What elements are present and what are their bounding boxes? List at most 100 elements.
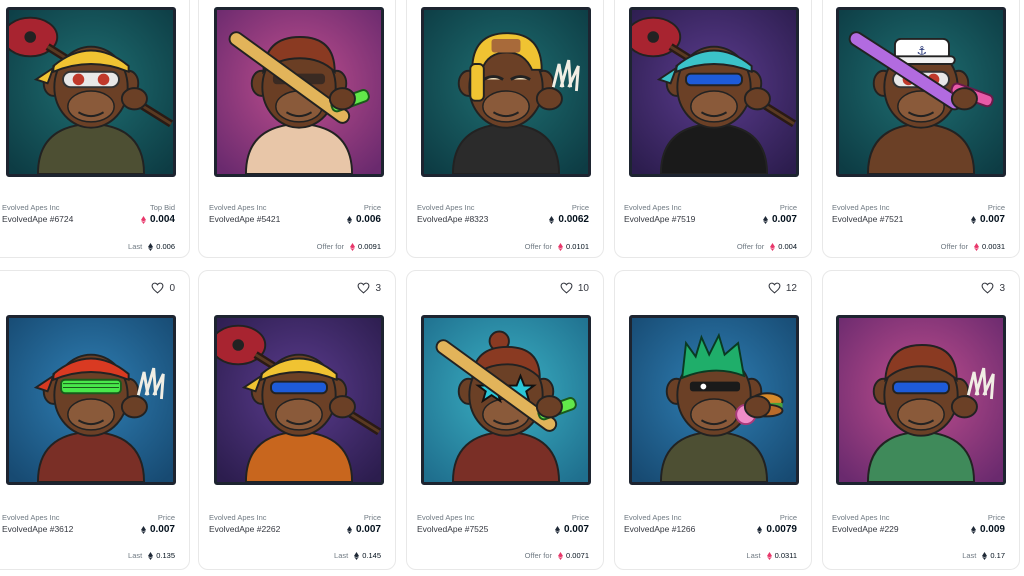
nft-image[interactable] bbox=[421, 315, 591, 485]
price-value: 0.0062 bbox=[549, 214, 589, 225]
heart-icon bbox=[981, 282, 994, 294]
price-value: 0.006 bbox=[346, 214, 381, 225]
weth-icon bbox=[766, 551, 772, 560]
price-value: 0.009 bbox=[970, 524, 1005, 535]
heart-icon bbox=[357, 282, 370, 294]
ethereum-icon bbox=[148, 242, 154, 251]
nft-image[interactable] bbox=[6, 315, 176, 485]
ethereum-icon bbox=[554, 525, 560, 534]
nft-card[interactable]: 0 Evolved Apes Inc EvolvedApe #3612 Pric… bbox=[0, 270, 190, 570]
nft-card[interactable]: 12 Evolved Apes Inc EvolvedApe #1266 Pri… bbox=[614, 270, 812, 570]
favorite-count: 3 bbox=[999, 282, 1005, 294]
nft-card[interactable]: 3 Evolved Apes Inc EvolvedApe #229 Price… bbox=[822, 270, 1020, 570]
nft-name[interactable]: EvolvedApe #7525 bbox=[417, 524, 488, 534]
ethereum-icon bbox=[970, 525, 976, 534]
card-footer: Last 0.145 bbox=[334, 551, 381, 560]
nft-card[interactable]: Evolved Apes Inc EvolvedApe #8323 Price … bbox=[406, 0, 604, 258]
nft-image[interactable] bbox=[629, 7, 799, 177]
ethereum-icon bbox=[762, 215, 768, 224]
collection-name[interactable]: Evolved Apes Inc bbox=[832, 203, 890, 212]
card-footer: Last 0.17 bbox=[962, 551, 1005, 560]
favorite-button[interactable]: 12 bbox=[768, 281, 797, 295]
price-value: 0.007 bbox=[970, 214, 1005, 225]
nft-name[interactable]: EvolvedApe #6724 bbox=[2, 214, 73, 224]
nft-name[interactable]: EvolvedApe #1266 bbox=[624, 524, 695, 534]
heart-icon bbox=[151, 282, 164, 294]
price-label: Price bbox=[987, 513, 1005, 522]
price-label: Price bbox=[779, 513, 797, 522]
nft-name[interactable]: EvolvedApe #5421 bbox=[209, 214, 280, 224]
collection-name[interactable]: Evolved Apes Inc bbox=[624, 203, 682, 212]
price-value: 0.004 bbox=[140, 214, 175, 225]
price-label: Top Bid bbox=[149, 203, 175, 212]
price-value: 0.007 bbox=[554, 524, 589, 535]
favorite-button[interactable]: 10 bbox=[560, 281, 589, 295]
weth-icon bbox=[770, 242, 776, 251]
favorite-count: 10 bbox=[577, 282, 589, 294]
card-footer: Offer for 0.0091 bbox=[316, 242, 381, 251]
collection-name[interactable]: Evolved Apes Inc bbox=[2, 513, 60, 522]
nft-image[interactable] bbox=[421, 7, 591, 177]
nft-name[interactable]: EvolvedApe #7521 bbox=[832, 214, 903, 224]
heart-icon bbox=[560, 282, 573, 294]
ethereum-icon bbox=[549, 215, 555, 224]
ethereum-icon bbox=[982, 551, 988, 560]
nft-image[interactable] bbox=[214, 7, 384, 177]
weth-icon bbox=[140, 215, 146, 224]
nft-card[interactable]: ⚓ Evolved Apes Inc EvolvedApe #7521 Pric… bbox=[822, 0, 1020, 258]
ethereum-icon bbox=[970, 215, 976, 224]
weth-icon bbox=[350, 242, 356, 251]
card-footer: Offer for 0.0071 bbox=[524, 551, 589, 560]
collection-name[interactable]: Evolved Apes Inc bbox=[209, 513, 267, 522]
weth-icon bbox=[558, 551, 564, 560]
nft-image[interactable] bbox=[214, 315, 384, 485]
nft-card[interactable]: 10 Evolved Apes Inc EvolvedApe #7525 Pri… bbox=[406, 270, 604, 570]
favorite-count: 0 bbox=[169, 282, 175, 294]
price-value: 0.007 bbox=[346, 524, 381, 535]
nft-name[interactable]: EvolvedApe #7519 bbox=[624, 214, 695, 224]
heart-icon bbox=[768, 282, 781, 294]
price-value: 0.007 bbox=[762, 214, 797, 225]
collection-name[interactable]: Evolved Apes Inc bbox=[832, 513, 890, 522]
card-footer: Offer for 0.0101 bbox=[524, 242, 589, 251]
card-footer: Offer for 0.004 bbox=[736, 242, 797, 251]
weth-icon bbox=[974, 242, 980, 251]
ethereum-icon bbox=[346, 525, 352, 534]
card-footer: Offer for 0.0031 bbox=[940, 242, 1005, 251]
price-label: Price bbox=[571, 513, 589, 522]
collection-name[interactable]: Evolved Apes Inc bbox=[624, 513, 682, 522]
nft-card[interactable]: Evolved Apes Inc EvolvedApe #6724 Top Bi… bbox=[0, 0, 190, 258]
ethereum-icon bbox=[140, 525, 146, 534]
card-footer: Last 0.135 bbox=[128, 551, 175, 560]
nft-name[interactable]: EvolvedApe #8323 bbox=[417, 214, 488, 224]
weth-icon bbox=[558, 242, 564, 251]
favorite-button[interactable]: 0 bbox=[151, 281, 175, 295]
nft-name[interactable]: EvolvedApe #2262 bbox=[209, 524, 280, 534]
nft-card[interactable]: Evolved Apes Inc EvolvedApe #5421 Price … bbox=[198, 0, 396, 258]
nft-image[interactable]: ⚓ bbox=[836, 7, 1006, 177]
price-label: Price bbox=[363, 513, 381, 522]
nft-image[interactable] bbox=[836, 315, 1006, 485]
favorite-count: 3 bbox=[375, 282, 381, 294]
card-footer: Last 0.006 bbox=[128, 242, 175, 251]
nft-name[interactable]: EvolvedApe #3612 bbox=[2, 524, 73, 534]
nft-image[interactable] bbox=[6, 7, 176, 177]
nft-name[interactable]: EvolvedApe #229 bbox=[832, 524, 899, 534]
collection-name[interactable]: Evolved Apes Inc bbox=[417, 203, 475, 212]
price-value: 0.0079 bbox=[757, 524, 797, 535]
collection-name[interactable]: Evolved Apes Inc bbox=[417, 513, 475, 522]
price-label: Price bbox=[987, 203, 1005, 212]
nft-image[interactable] bbox=[629, 315, 799, 485]
price-label: Price bbox=[157, 513, 175, 522]
ethereum-icon bbox=[757, 525, 763, 534]
nft-card[interactable]: 3 Evolved Apes Inc EvolvedApe #2262 Pric… bbox=[198, 270, 396, 570]
collection-name[interactable]: Evolved Apes Inc bbox=[209, 203, 267, 212]
favorite-button[interactable]: 3 bbox=[357, 281, 381, 295]
favorite-count: 12 bbox=[785, 282, 797, 294]
ethereum-icon bbox=[148, 551, 154, 560]
svg-text:⚓: ⚓ bbox=[917, 43, 927, 57]
price-label: Price bbox=[363, 203, 381, 212]
nft-card[interactable]: Evolved Apes Inc EvolvedApe #7519 Price … bbox=[614, 0, 812, 258]
collection-name[interactable]: Evolved Apes Inc bbox=[2, 203, 60, 212]
favorite-button[interactable]: 3 bbox=[981, 281, 1005, 295]
